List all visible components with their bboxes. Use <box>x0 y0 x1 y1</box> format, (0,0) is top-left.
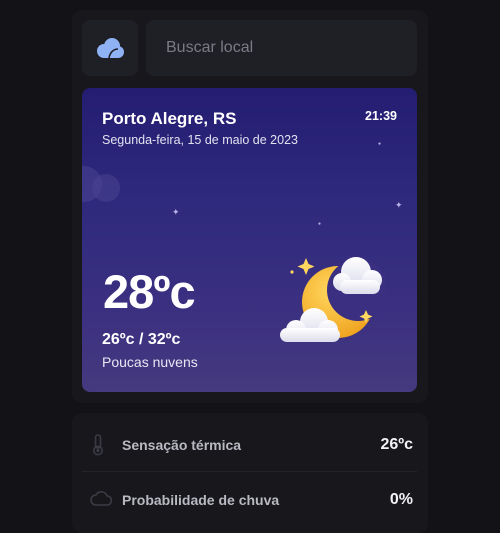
detail-value: 26ºc <box>380 436 413 453</box>
cloud-rain-icon <box>90 491 112 506</box>
detail-row-feels-like: Sensação térmica 26ºc <box>82 417 417 471</box>
search-input[interactable] <box>146 20 417 76</box>
star-icon: ✦ <box>395 200 403 210</box>
detail-label: Sensação térmica <box>122 437 242 453</box>
current-date: Segunda-feira, 15 de maio de 2023 <box>102 133 298 147</box>
detail-row-rain-probability: Probabilidade de chuva 0% <box>82 472 417 526</box>
thermometer-icon <box>93 434 103 456</box>
logo-button[interactable] <box>82 20 138 76</box>
weather-card: ✦ ✦ ● ● Porto Alegre, RS Segunda-feira, … <box>82 88 417 392</box>
star-icon: ● <box>378 141 382 147</box>
cloud-logo-icon <box>97 38 124 59</box>
city-name: Porto Alegre, RS <box>102 109 237 128</box>
current-temperature: 28ºc <box>103 265 196 318</box>
current-time: 21:39 <box>365 109 397 123</box>
star-icon: ✦ <box>172 207 180 217</box>
moon-clouds-icon <box>280 257 386 342</box>
detail-value: 0% <box>389 491 413 508</box>
star-icon: ● <box>318 221 322 227</box>
weather-description: Poucas nuvens <box>102 354 198 370</box>
detail-label: Probabilidade de chuva <box>122 492 280 508</box>
background-cloud-icon <box>82 166 120 202</box>
temperature-range: 26ºc / 32ºc <box>102 331 181 348</box>
